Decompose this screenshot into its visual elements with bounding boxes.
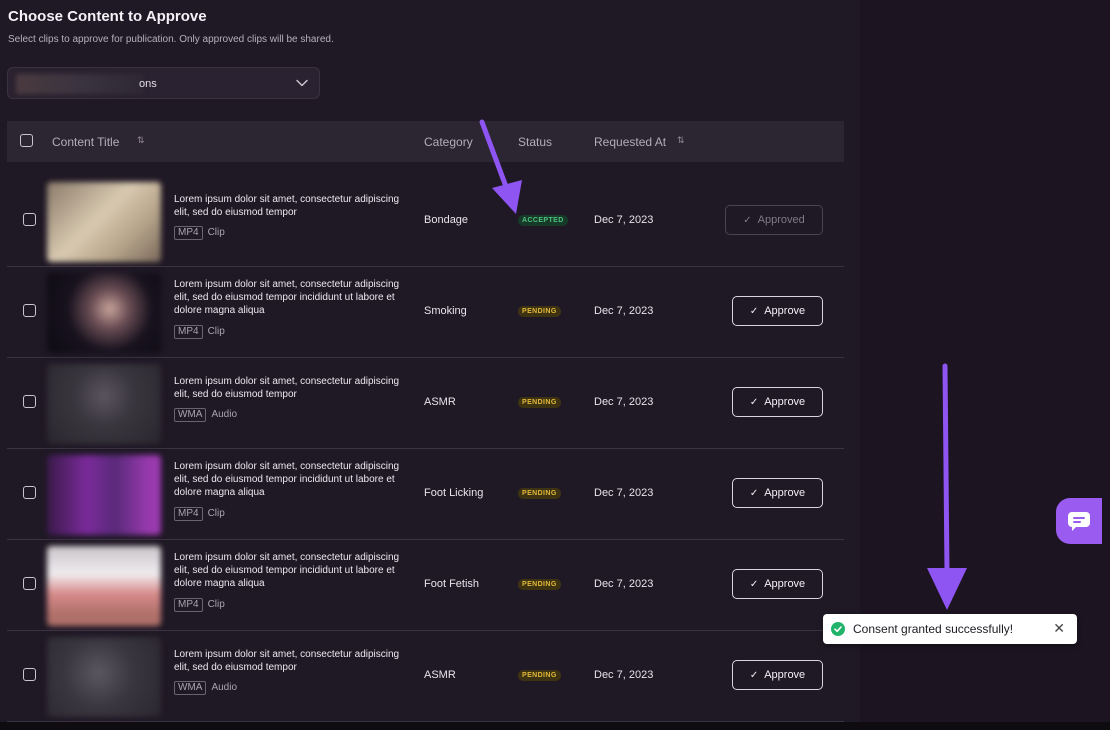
format-badge: WMA	[174, 408, 207, 422]
approve-label: Approve	[764, 669, 806, 681]
format-badge: WMA	[174, 681, 207, 695]
approve-button[interactable]: ✓ Approve	[732, 387, 823, 417]
status-badge: PENDING	[518, 579, 561, 590]
column-header-title[interactable]: Content Title	[52, 135, 119, 149]
requested-date: Dec 7, 2023	[594, 578, 654, 590]
check-icon: ✓	[749, 305, 759, 317]
success-toast: Consent granted successfully! ✕	[823, 614, 1077, 644]
content-title: Lorem ipsum dolor sit amet, consectetur …	[174, 649, 400, 673]
format-badge: MP4	[174, 226, 203, 240]
content-type: MP4 Clip	[174, 598, 225, 612]
requested-date: Dec 7, 2023	[594, 305, 654, 317]
category-cell: Smoking	[424, 305, 467, 317]
format-badge: MP4	[174, 507, 203, 521]
annotation-arrow	[479, 119, 522, 214]
approve-label: Approve	[764, 487, 806, 499]
filter-dropdown[interactable]: ons	[7, 67, 320, 99]
table-row: Lorem ipsum dolor sit amet, consectetur …	[7, 449, 844, 540]
content-type: WMA Audio	[174, 681, 237, 695]
content-type: WMA Audio	[174, 408, 237, 422]
status-badge: PENDING	[518, 670, 561, 681]
row-checkbox[interactable]	[23, 668, 36, 681]
table-row: Lorem ipsum dolor sit amet, consectetur …	[7, 631, 844, 722]
content-title: Lorem ipsum dolor sit amet, consectetur …	[174, 279, 400, 316]
content-thumbnail	[47, 455, 161, 535]
check-icon: ✓	[749, 578, 759, 590]
row-checkbox[interactable]	[23, 577, 36, 590]
content-title: Lorem ipsum dolor sit amet, consectetur …	[174, 552, 400, 589]
row-checkbox[interactable]	[23, 304, 36, 317]
approve-button[interactable]: ✓ Approve	[732, 296, 823, 326]
approve-button[interactable]: ✓ Approve	[732, 660, 823, 690]
approve-label: Approve	[764, 305, 806, 317]
requested-date: Dec 7, 2023	[594, 487, 654, 499]
content-kind: Audio	[211, 682, 238, 693]
content-kind: Clip	[207, 599, 225, 610]
content-thumbnail	[47, 364, 161, 444]
content-kind: Clip	[207, 326, 225, 337]
table-header: Content Title ⇅ Category Status Requeste…	[7, 121, 844, 162]
row-checkbox[interactable]	[23, 395, 36, 408]
select-all-checkbox[interactable]	[20, 134, 33, 147]
approve-label: Approve	[764, 578, 806, 590]
row-checkbox[interactable]	[23, 486, 36, 499]
table-row: Lorem ipsum dolor sit amet, consectetur …	[7, 358, 844, 449]
content-thumbnail	[47, 637, 161, 717]
content-type: MP4 Clip	[174, 507, 225, 521]
bottom-bar	[0, 722, 1110, 730]
row-checkbox[interactable]	[23, 213, 36, 226]
check-icon: ✓	[749, 487, 759, 499]
content-kind: Audio	[211, 409, 238, 420]
requested-date: Dec 7, 2023	[594, 214, 654, 226]
category-cell: ASMR	[424, 669, 456, 681]
content-title: Lorem ipsum dolor sit amet, consectetur …	[174, 461, 400, 498]
approve-button[interactable]: ✓ Approve	[732, 478, 823, 508]
chat-button[interactable]	[1056, 498, 1102, 544]
content-title: Lorem ipsum dolor sit amet, consectetur …	[174, 194, 400, 218]
filter-value: ons	[139, 78, 157, 90]
category-cell: Foot Fetish	[424, 578, 480, 590]
requested-date: Dec 7, 2023	[594, 669, 654, 681]
format-badge: MP4	[174, 598, 203, 612]
approve-label: Approved	[757, 214, 805, 226]
status-badge: PENDING	[518, 306, 561, 317]
chat-icon	[1068, 512, 1090, 531]
category-cell: Bondage	[424, 214, 469, 226]
close-icon[interactable]: ✕	[1053, 620, 1065, 637]
table-row: Lorem ipsum dolor sit amet, consectetur …	[7, 540, 844, 631]
check-icon: ✓	[749, 669, 759, 681]
sort-icon[interactable]: ⇅	[677, 135, 685, 146]
status-badge: PENDING	[518, 488, 561, 499]
category-cell: ASMR	[424, 396, 456, 408]
annotation-arrow	[927, 363, 967, 610]
content-type: MP4 Clip	[174, 325, 225, 339]
content-type: MP4 Clip	[174, 226, 225, 240]
content-title: Lorem ipsum dolor sit amet, consectetur …	[174, 376, 400, 400]
check-icon: ✓	[749, 396, 759, 408]
page-subtitle: Select clips to approve for publication.…	[8, 34, 334, 45]
check-icon: ✓	[743, 214, 752, 226]
content-thumbnail	[47, 182, 161, 262]
approve-button[interactable]: ✓ Approve	[732, 569, 823, 599]
table-row: Lorem ipsum dolor sit amet, consectetur …	[7, 176, 844, 267]
sort-icon[interactable]: ⇅	[137, 135, 145, 146]
status-badge: PENDING	[518, 397, 561, 408]
column-header-requested-at[interactable]: Requested At	[594, 135, 666, 149]
content-kind: Clip	[207, 227, 225, 238]
format-badge: MP4	[174, 325, 203, 339]
content-thumbnail	[47, 273, 161, 353]
page-title: Choose Content to Approve	[8, 8, 207, 25]
content-kind: Clip	[207, 508, 225, 519]
approved-button[interactable]: ✓ Approved	[725, 205, 823, 235]
redacted-value	[16, 74, 144, 94]
category-cell: Foot Licking	[424, 487, 484, 499]
column-header-category: Category	[424, 135, 473, 149]
content-thumbnail	[47, 546, 161, 626]
toast-message: Consent granted successfully!	[853, 622, 1014, 636]
check-circle-icon	[831, 622, 845, 636]
requested-date: Dec 7, 2023	[594, 396, 654, 408]
chevron-down-icon	[296, 79, 308, 87]
approve-label: Approve	[764, 396, 806, 408]
table-row: Lorem ipsum dolor sit amet, consectetur …	[7, 267, 844, 358]
